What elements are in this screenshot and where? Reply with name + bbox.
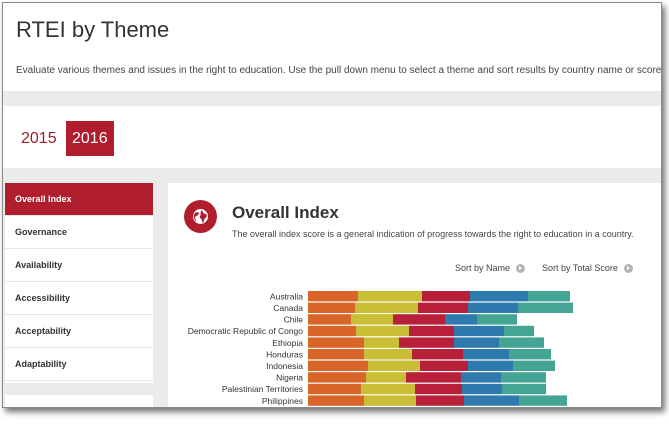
- app-frame: RTEI by Theme Evaluate various themes an…: [2, 2, 662, 408]
- bar-segment[interactable]: [513, 360, 555, 371]
- bar-segment[interactable]: [399, 337, 454, 348]
- sidebar-footer: [5, 395, 153, 407]
- bar-segment[interactable]: [406, 372, 461, 383]
- bar-segment[interactable]: [308, 372, 366, 383]
- bar-segment[interactable]: [445, 314, 477, 325]
- sidebar-item-adaptability[interactable]: Adaptability: [5, 348, 153, 381]
- bar-segment[interactable]: [368, 360, 420, 371]
- bar-segment[interactable]: [528, 291, 570, 302]
- category-label: Philippines: [262, 396, 303, 406]
- bar-segment[interactable]: [308, 395, 364, 406]
- bar-segment[interactable]: [416, 395, 464, 406]
- bar-segment[interactable]: [464, 395, 519, 406]
- bar-segment[interactable]: [499, 337, 544, 348]
- bar-segment[interactable]: [519, 395, 567, 406]
- category-label: Indonesia: [266, 361, 303, 371]
- bar-segment[interactable]: [422, 291, 470, 302]
- bar-segment[interactable]: [477, 314, 517, 325]
- year-tab-2016[interactable]: 2016: [66, 121, 114, 156]
- sidebar-item-acceptability[interactable]: Acceptability: [5, 315, 153, 348]
- bar-segment[interactable]: [308, 383, 361, 395]
- bar-segment[interactable]: [409, 325, 454, 337]
- divider-band: [3, 91, 661, 106]
- category-label: Ethiopia: [272, 338, 303, 348]
- year-tab-2015[interactable]: 2015: [15, 121, 63, 156]
- bar-segment[interactable]: [308, 360, 368, 371]
- bar-segment[interactable]: [308, 349, 364, 360]
- bar-segment[interactable]: [308, 291, 358, 302]
- bar-segment[interactable]: [361, 383, 415, 395]
- bar-segment[interactable]: [358, 291, 422, 302]
- bar-segment[interactable]: [308, 302, 355, 313]
- year-selector: 2015 2016: [3, 106, 661, 168]
- bar-segment[interactable]: [504, 325, 534, 337]
- page-description: Evaluate various themes and issues in th…: [16, 65, 662, 76]
- category-label: Nigeria: [276, 373, 303, 383]
- bar-segment[interactable]: [364, 395, 416, 406]
- stacked-bar-chart: Australia Canada Chile Democratic Republic …: [168, 289, 661, 407]
- category-label: Canada: [273, 303, 303, 313]
- page-header: RTEI by Theme Evaluate various themes an…: [3, 3, 661, 91]
- bar-segment[interactable]: [364, 349, 412, 360]
- sidebar-item-accessibility[interactable]: Accessibility: [5, 282, 153, 315]
- play-icon: [516, 264, 526, 274]
- bar-segment[interactable]: [418, 302, 468, 313]
- sort-by-name-button[interactable]: Sort by Name: [455, 263, 526, 274]
- bar-segment[interactable]: [502, 383, 546, 395]
- bar-segment[interactable]: [518, 302, 573, 313]
- bar-segment[interactable]: [308, 314, 351, 325]
- bar-segment[interactable]: [415, 383, 462, 395]
- sidebar-item-overall-index[interactable]: Overall Index: [5, 183, 153, 216]
- bar-segment[interactable]: [468, 302, 518, 313]
- bar-segment[interactable]: [393, 314, 445, 325]
- sort-by-name-label: Sort by Name: [455, 263, 511, 273]
- bar-segment[interactable]: [412, 349, 463, 360]
- bar-segment[interactable]: [420, 360, 468, 371]
- bar-segment[interactable]: [308, 337, 364, 348]
- bar-segment[interactable]: [454, 337, 499, 348]
- sort-by-score-button[interactable]: Sort by Total Score: [542, 263, 633, 274]
- category-label: Chile: [284, 315, 304, 325]
- bar-segment[interactable]: [509, 349, 551, 360]
- theme-title: Overall Index: [232, 203, 339, 222]
- theme-panel: Overall Index The overall index score is…: [168, 183, 661, 407]
- bar-segment[interactable]: [356, 325, 409, 337]
- bar-segment[interactable]: [355, 302, 418, 313]
- category-label: Australia: [270, 291, 303, 301]
- bar-segment[interactable]: [470, 291, 528, 302]
- play-icon: [623, 264, 633, 274]
- bar-segment[interactable]: [461, 372, 501, 383]
- category-label: Palestinian Territories: [222, 384, 303, 394]
- bar-segment[interactable]: [366, 372, 406, 383]
- bar-segment[interactable]: [468, 360, 513, 371]
- globe-icon: [184, 200, 217, 233]
- category-label: Democratic Republic of Congo: [188, 326, 304, 336]
- bar-segment[interactable]: [308, 325, 356, 337]
- theme-sidebar: Overall Index Governance Availability Ac…: [5, 183, 153, 383]
- chart-svg: Australia Canada ChileDemocratic Republic …: [188, 291, 573, 406]
- bar-segment[interactable]: [351, 314, 393, 325]
- page-title: RTEI by Theme: [16, 17, 170, 42]
- theme-description: The overall index score is a general ind…: [232, 229, 634, 239]
- bar-segment[interactable]: [463, 349, 509, 360]
- bar-segment[interactable]: [462, 383, 502, 395]
- sort-by-score-label: Sort by Total Score: [542, 263, 618, 273]
- bar-segment[interactable]: [364, 337, 399, 348]
- bar-segment[interactable]: [501, 372, 546, 383]
- category-label: Honduras: [266, 349, 303, 359]
- sidebar-item-governance[interactable]: Governance: [5, 216, 153, 249]
- sidebar-item-availability[interactable]: Availability: [5, 249, 153, 282]
- bar-segment[interactable]: [454, 325, 504, 337]
